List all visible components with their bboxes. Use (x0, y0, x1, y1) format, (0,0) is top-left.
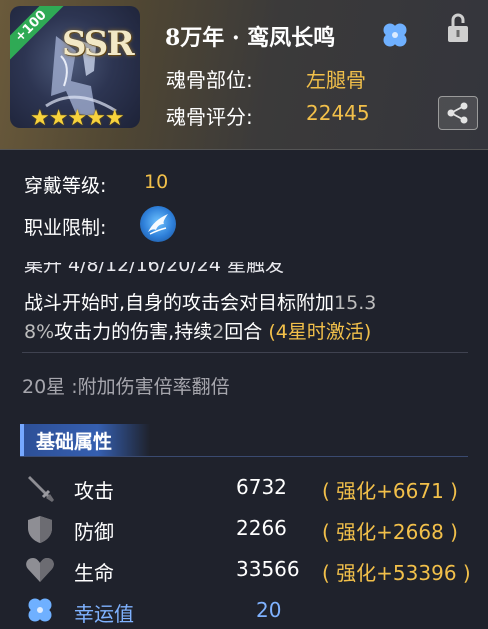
score-label: 魂骨评分: (166, 105, 253, 129)
activation-note: (4星时激活) (268, 321, 372, 343)
unlock-icon (448, 13, 468, 42)
score-value: 22445 (306, 101, 370, 125)
part-label: 魂骨部位: (166, 68, 253, 92)
effect-number: 2 (212, 321, 225, 343)
effect-trigger-line: 集升 4/8/12/16/20/24 星触发 (24, 262, 284, 276)
star-rating: ★★★★★ (30, 106, 125, 128)
effect-text: 回合 (224, 321, 269, 343)
defense-value: 2266 (236, 516, 287, 540)
hp-bonus: ( 强化+53396 ) (322, 561, 471, 585)
item-header: +100 SSR ★★★★★ 8万年 · 鸾凤长鸣 魂骨部位: 左腿骨 魂骨评分… (0, 0, 488, 150)
clover-icon (383, 23, 407, 47)
luck-value: 20 (256, 598, 282, 622)
effect-number: 8% (24, 321, 55, 343)
wing-class-icon (140, 206, 176, 242)
item-icon: +100 SSR ★★★★★ (10, 6, 140, 128)
lock-button[interactable] (440, 10, 476, 46)
hp-label: 生命 (74, 561, 114, 585)
item-name: 8万年 · 鸾凤长鸣 (165, 25, 336, 51)
effect-line-2: 8%攻击力的伤害,持续2回合 (4星时激活) (24, 317, 371, 344)
defense-bonus: ( 强化+2668 ) (322, 520, 458, 544)
share-icon (447, 102, 468, 124)
section-underline (20, 456, 468, 457)
effect-description: 集升 4/8/12/16/20/24 星触发 战斗开始时,自身的攻击会对目标附加… (0, 262, 488, 360)
defense-label: 防御 (74, 520, 114, 544)
hp-value: 33566 (236, 557, 300, 581)
effect-text: 战斗开始时,自身的攻击会对目标附加 (24, 292, 335, 314)
attack-label: 攻击 (74, 479, 114, 503)
effect-number: 15.3 (334, 292, 377, 314)
divider (22, 352, 468, 353)
wear-level-label: 穿戴等级: (24, 175, 107, 197)
shield-icon (28, 516, 52, 543)
share-button[interactable] (438, 96, 478, 130)
section-title: 基础属性 (36, 431, 113, 453)
luck-label: 幸运值 (74, 602, 134, 626)
star-20-bonus: 20星 :附加伤害倍率翻倍 (22, 376, 230, 398)
sword-icon (28, 476, 54, 502)
attack-value: 6732 (236, 475, 287, 499)
wear-level-value: 10 (144, 171, 169, 193)
clover-icon (28, 598, 52, 622)
class-restriction-label: 职业限制: (24, 217, 107, 239)
soul-bone-detail-panel: +100 SSR ★★★★★ 8万年 · 鸾凤长鸣 魂骨部位: 左腿骨 魂骨评分… (0, 0, 488, 629)
rarity-label: SSR (62, 24, 135, 64)
part-value: 左腿骨 (306, 68, 366, 92)
heart-icon (26, 558, 54, 582)
attack-bonus: ( 强化+6671 ) (322, 479, 458, 503)
effect-text: 攻击力的伤害,持续 (54, 321, 213, 343)
effect-line-1: 战斗开始时,自身的攻击会对目标附加15.3 (24, 288, 376, 315)
